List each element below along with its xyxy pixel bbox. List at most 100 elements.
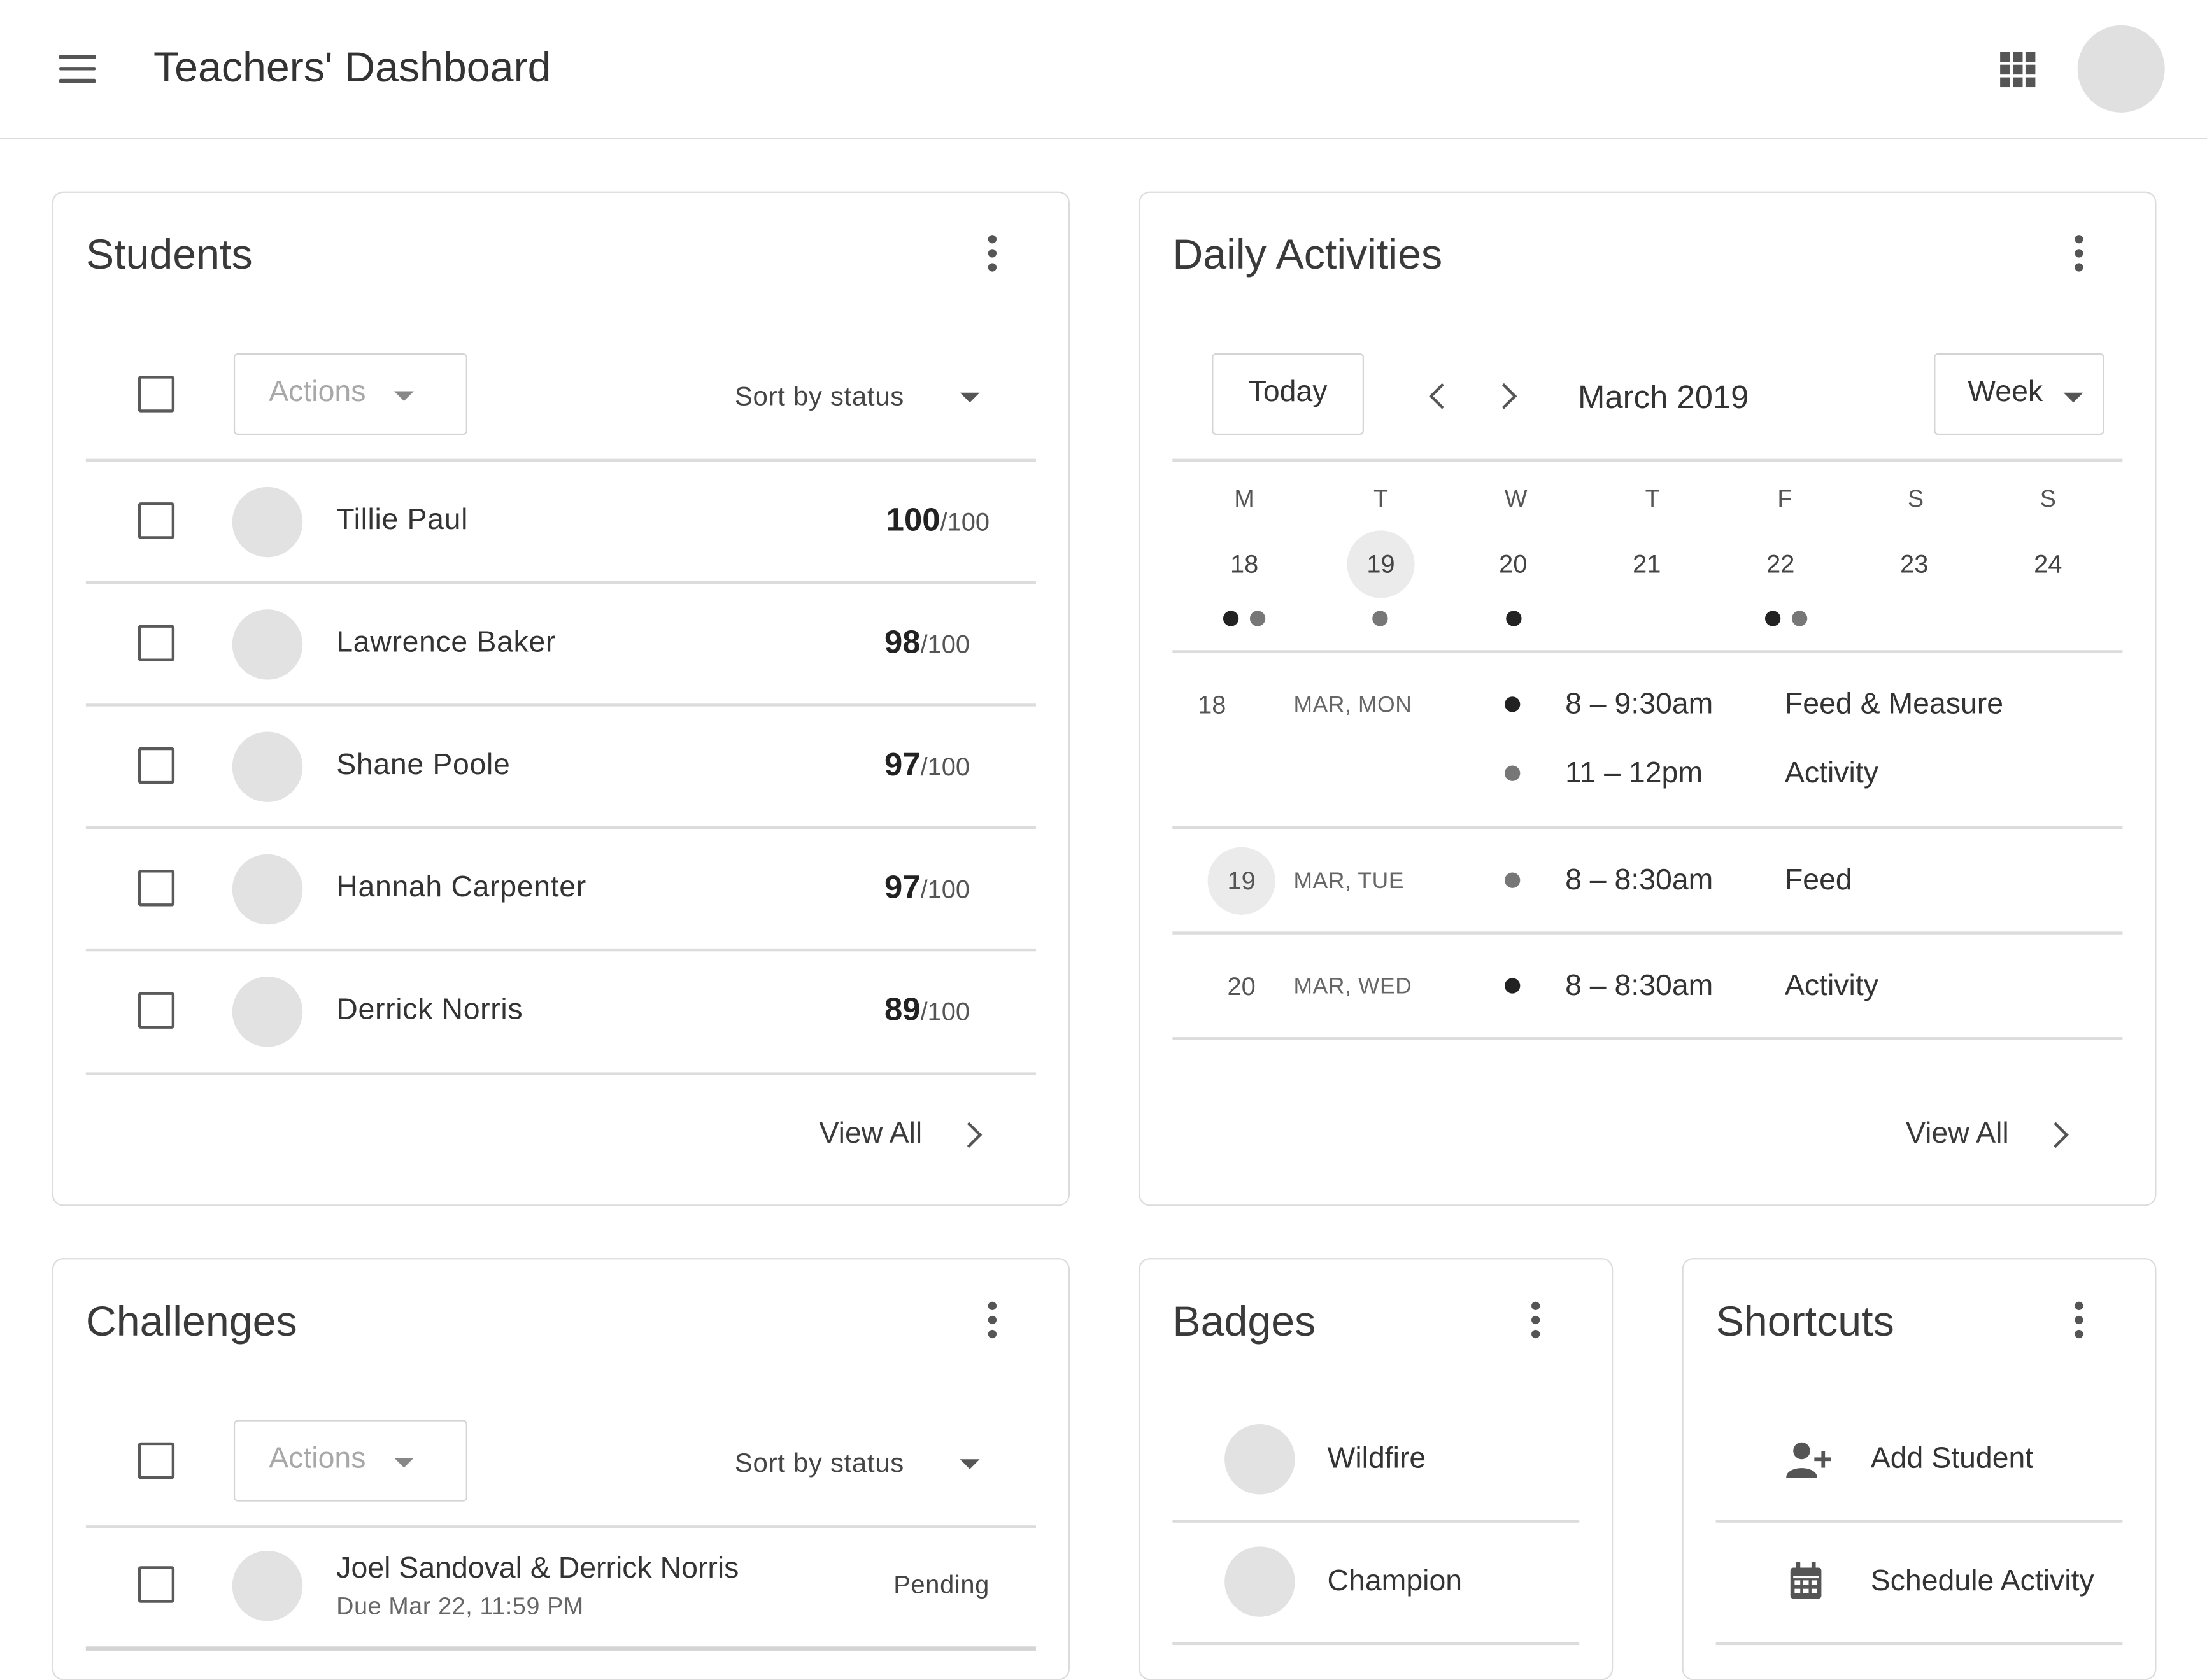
event-title[interactable]: Activity — [1785, 970, 1878, 1003]
student-score: 100/100 — [886, 500, 990, 538]
badges-title: Badges — [1172, 1299, 1316, 1346]
row-checkbox[interactable] — [138, 747, 175, 784]
divider — [1715, 1642, 2123, 1644]
chevron-right-icon[interactable] — [2043, 1122, 2069, 1148]
event-dot — [1505, 872, 1521, 888]
students-view-all-link[interactable]: View All — [820, 1117, 923, 1151]
divider — [1172, 1642, 1580, 1644]
student-score: 89/100 — [884, 991, 970, 1027]
select-all-checkbox[interactable] — [138, 376, 175, 413]
row-checkbox[interactable] — [138, 502, 175, 539]
row-checkbox[interactable] — [138, 992, 175, 1029]
divider — [1172, 458, 2123, 461]
arrow-drop-down-icon — [2063, 392, 2083, 403]
weekday-label: T — [1645, 485, 1660, 512]
event-dot — [1764, 611, 1781, 626]
date-cell[interactable]: 21 — [1619, 550, 1675, 579]
event-date-label: MAR, WED — [1293, 975, 1412, 999]
more-vert-icon[interactable] — [2072, 235, 2086, 277]
badge-item[interactable]: Champion — [1140, 1523, 1612, 1644]
event-title[interactable]: Feed — [1785, 864, 1852, 898]
avatar — [232, 609, 303, 680]
event-dot — [1372, 611, 1388, 626]
badge-item[interactable]: Wildfire — [1140, 1400, 1612, 1521]
shortcut-add-student[interactable]: Add Student — [1684, 1400, 2155, 1521]
date-cell[interactable]: 19 — [1352, 550, 1409, 579]
weekday-label: F — [1777, 485, 1792, 512]
more-vert-icon[interactable] — [985, 235, 999, 277]
event-time: 11 – 12pm — [1565, 757, 1703, 790]
weekday-label: W — [1504, 485, 1528, 512]
student-name: Shane Poole — [336, 748, 511, 781]
date-cell[interactable]: 18 — [1216, 550, 1272, 579]
more-vert-icon[interactable] — [2072, 1301, 2086, 1344]
chevron-right-icon[interactable] — [1487, 376, 1529, 418]
students-card: Students Actions Sort by status Tillie P… — [52, 191, 1070, 1206]
avatar — [232, 486, 303, 558]
today-button[interactable]: Today — [1212, 353, 1364, 435]
weekday-label: S — [1907, 485, 1924, 512]
badge-name: Wildfire — [1327, 1442, 1426, 1475]
actions-dropdown[interactable]: Actions — [233, 353, 467, 435]
date-cell[interactable]: 22 — [1752, 550, 1808, 579]
event-group: 20 MAR, WED 8 – 8:30am Activity — [1140, 933, 2155, 1038]
row-checkbox[interactable] — [138, 870, 175, 907]
badge-icon — [1224, 1546, 1295, 1617]
student-row[interactable]: Tillie Paul 100/100 — [53, 460, 1068, 582]
chevron-right-icon[interactable] — [956, 1122, 983, 1148]
student-name: Tillie Paul — [336, 504, 469, 537]
daily-activities-card: Daily Activities Today March 2019 Week M… — [1139, 191, 2157, 1206]
divider — [1715, 1520, 2123, 1522]
shortcuts-card: Shortcuts Add Student Schedule Activity — [1682, 1258, 2157, 1680]
status-badge: Pending — [893, 1570, 990, 1599]
user-avatar[interactable] — [2077, 25, 2165, 113]
shortcut-label: Add Student — [1870, 1442, 2034, 1475]
student-score: 97/100 — [884, 745, 970, 783]
student-row[interactable]: Hannah Carpenter 97/100 — [53, 828, 1068, 950]
row-checkbox[interactable] — [138, 625, 175, 661]
event-date-label: MAR, MON — [1293, 693, 1412, 718]
student-row[interactable]: Shane Poole 97/100 — [53, 705, 1068, 827]
week-view-dropdown[interactable]: Week — [1934, 353, 2104, 435]
date-cell[interactable]: 20 — [1485, 550, 1541, 579]
actions-label: Actions — [269, 376, 366, 409]
avatar — [232, 1550, 303, 1621]
challenge-row[interactable]: Joel Sandoval & Derrick Norris Due Mar 2… — [53, 1259, 1068, 1679]
badge-name: Champion — [1327, 1565, 1463, 1597]
student-name: Lawrence Baker — [336, 626, 557, 659]
student-row[interactable]: Lawrence Baker 98/100 — [53, 582, 1068, 705]
event-title[interactable]: Feed & Measure — [1785, 688, 2003, 722]
event-dot — [1506, 611, 1522, 626]
date-cell[interactable]: 23 — [1886, 550, 1942, 579]
event-day-number: 19 — [1227, 866, 1256, 895]
divider — [1172, 1520, 1580, 1522]
event-dot — [1223, 611, 1239, 626]
daily-activities-title: Daily Activities — [1172, 232, 1443, 279]
weekday-label: S — [2040, 485, 2056, 512]
chevron-left-icon[interactable] — [1420, 376, 1462, 418]
avatar — [232, 854, 303, 925]
apps-grid-icon[interactable] — [2000, 52, 2035, 87]
event-time: 8 – 8:30am — [1565, 970, 1714, 1002]
date-cell[interactable]: 24 — [2020, 550, 2076, 579]
divider — [85, 1646, 1036, 1651]
arrow-drop-down-icon[interactable] — [960, 392, 980, 403]
shortcut-schedule-activity[interactable]: Schedule Activity — [1684, 1523, 2155, 1644]
menu-icon[interactable] — [59, 55, 96, 83]
event-dot — [1505, 765, 1521, 781]
event-date-label: MAR, TUE — [1293, 870, 1405, 894]
daily-view-all-link[interactable]: View All — [1906, 1117, 2009, 1151]
row-checkbox[interactable] — [138, 1566, 175, 1603]
challenge-due-date: Due Mar 22, 11:59 PM — [336, 1593, 584, 1620]
event-day-number: 18 — [1198, 691, 1226, 719]
event-dot — [1249, 611, 1266, 626]
student-row[interactable]: Derrick Norris 89/100 — [53, 950, 1068, 1072]
sort-by-status-dropdown[interactable]: Sort by status — [735, 383, 904, 414]
event-title[interactable]: Activity — [1785, 757, 1878, 791]
month-label: March 2019 — [1577, 378, 1749, 416]
shortcut-label: Schedule Activity — [1870, 1565, 2094, 1597]
event-time: 8 – 9:30am — [1565, 688, 1714, 721]
app-title: Teachers' Dashboard — [153, 45, 551, 92]
divider — [85, 1072, 1036, 1075]
more-vert-icon[interactable] — [1529, 1301, 1543, 1344]
